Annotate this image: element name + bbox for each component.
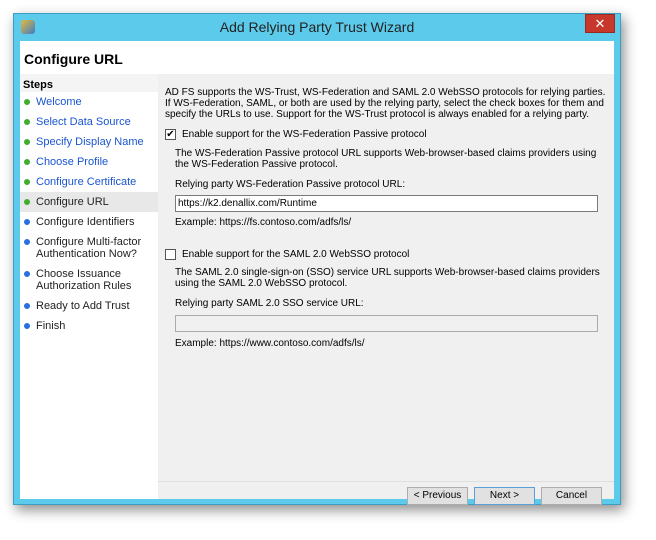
step-label: Configure Multi-factor Authentication No… xyxy=(36,236,142,260)
step-status-icon xyxy=(24,239,30,245)
wsfed-description: The WS-Federation Passive protocol URL s… xyxy=(175,148,597,171)
saml-url-input[interactable] xyxy=(175,315,598,333)
steps-heading: Steps xyxy=(20,74,158,92)
step-label: Select Data Source xyxy=(36,116,131,128)
step-label: Configure Identifiers xyxy=(36,216,135,228)
saml-checkbox-label: Enable support for the SAML 2.0 WebSSO p… xyxy=(182,249,410,261)
step-item: Ready to Add Trust xyxy=(20,296,158,316)
wsfed-example: Example: https://fs.contoso.com/adfs/ls/ xyxy=(175,217,352,229)
step-item: Configure URL xyxy=(20,192,158,212)
step-status-icon xyxy=(24,99,30,105)
step-item: Welcome xyxy=(20,92,158,112)
step-label: Choose Profile xyxy=(36,156,109,168)
step-status-icon xyxy=(24,199,30,205)
step-label: Specify Display Name xyxy=(36,136,144,148)
window-title: Add Relying Party Trust Wizard xyxy=(219,19,415,35)
step-item: Finish xyxy=(20,316,158,336)
wsfed-checkbox-label: Enable support for the WS-Federation Pas… xyxy=(182,129,427,141)
previous-button[interactable]: < Previous xyxy=(407,487,468,505)
step-label: Configure Certificate xyxy=(36,176,137,188)
saml-field-label: Relying party SAML 2.0 SSO service URL: xyxy=(175,298,364,310)
step-item: Specify Display Name xyxy=(20,132,158,152)
step-label: Configure URL xyxy=(36,196,109,208)
wsfed-url-input[interactable] xyxy=(175,195,598,213)
step-status-icon xyxy=(24,159,30,165)
wsfed-field-label: Relying party WS-Federation Passive prot… xyxy=(175,179,406,191)
wsfed-checkbox-row[interactable]: ✔ Enable support for the WS-Federation Pa… xyxy=(165,129,610,140)
footer-divider xyxy=(158,481,614,482)
steps-panel: Steps Welcome Select Data Source Specify D… xyxy=(20,74,158,499)
wsfed-checkbox[interactable]: ✔ xyxy=(165,129,176,140)
step-status-icon xyxy=(24,119,30,125)
step-item: Configure Certificate xyxy=(20,172,158,192)
saml-example: Example: https://www.contoso.com/adfs/ls… xyxy=(175,338,365,350)
step-item: Configure Multi-factor Authentication No… xyxy=(20,232,158,264)
step-status-icon xyxy=(24,323,30,329)
next-button[interactable]: Next > xyxy=(474,487,535,505)
step-item: Choose Profile xyxy=(20,152,158,172)
step-status-icon xyxy=(24,179,30,185)
step-label: Ready to Add Trust xyxy=(36,300,130,312)
step-item: Choose Issuance Authorization Rules xyxy=(20,264,158,296)
step-label: Finish xyxy=(36,320,66,332)
step-status-icon xyxy=(24,219,30,225)
cancel-button[interactable]: Cancel xyxy=(541,487,602,505)
close-button[interactable]: ✕ xyxy=(585,14,615,33)
client-area: Configure URL Steps Welcome Select Data S… xyxy=(20,41,614,505)
step-status-icon xyxy=(24,271,30,277)
step-label: Welcome xyxy=(36,96,82,108)
step-label: Choose Issuance Authorization Rules xyxy=(36,268,132,292)
saml-description: The SAML 2.0 single-sign-on (SSO) servic… xyxy=(175,267,600,290)
step-status-icon xyxy=(24,303,30,309)
main-panel: AD FS supports the WS-Trust, WS-Federati… xyxy=(165,87,610,349)
step-status-icon xyxy=(24,139,30,145)
wizard-window: Add Relying Party Trust Wizard ✕ Configu… xyxy=(13,13,621,505)
step-item: Select Data Source xyxy=(20,112,158,132)
saml-checkbox[interactable] xyxy=(165,249,176,261)
page-title: Configure URL xyxy=(20,41,614,74)
intro-text: AD FS supports the WS-Trust, WS-Federati… xyxy=(165,87,606,120)
step-item: Configure Identifiers xyxy=(20,212,158,232)
saml-checkbox-row[interactable]: Enable support for the SAML 2.0 WebSSO p… xyxy=(165,249,610,260)
